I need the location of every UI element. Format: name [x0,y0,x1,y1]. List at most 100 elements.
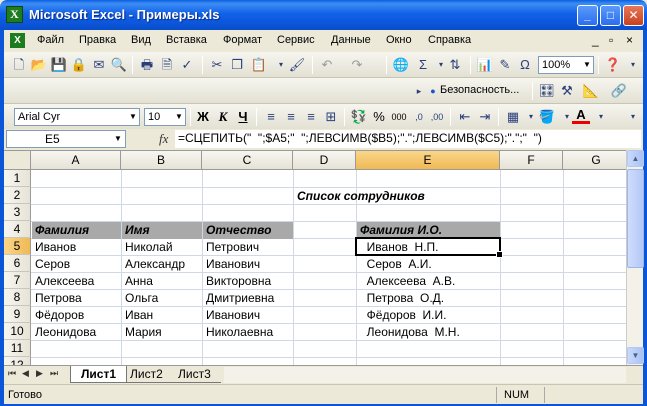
chevron-down-icon[interactable]: ▼ [581,57,593,73]
worksheet-grid[interactable]: A B C D E F G 1 2 3 4 5 6 7 8 9 10 11 12… [4,150,643,365]
scroll-down-icon[interactable]: ▼ [627,347,644,364]
thousands-button[interactable]: 000 [390,108,408,126]
autosum-icon[interactable]: Σ [414,56,432,74]
cell-c6[interactable]: Иванович [203,256,260,273]
font-color-icon[interactable]: A [572,108,590,124]
next-sheet-icon[interactable]: ▶ [36,368,43,379]
cell-b4-header[interactable]: Имя [122,222,202,239]
row-header-7[interactable]: 7 [4,272,31,289]
cell-a10[interactable]: Леонидова [32,324,96,341]
cell-c10[interactable]: Николаевна [203,324,273,341]
align-left-icon[interactable]: ≡ [262,108,280,126]
menu-edit[interactable]: Правка [79,34,116,46]
cell-b10[interactable]: Мария [122,324,162,341]
design-mode-icon[interactable]: ⚒ [558,82,576,100]
doc-close-button[interactable]: × [626,33,633,47]
cell-a7[interactable]: Алексеева [32,273,94,290]
title-bar[interactable]: X Microsoft Excel - Примеры.xls _ □ ✕ [0,0,647,30]
format-painter-icon[interactable]: 🖌 [288,56,306,74]
maximize-button[interactable]: □ [600,5,621,26]
column-header-c[interactable]: C [202,151,293,170]
menu-file[interactable]: Файл [37,34,64,46]
column-header-d[interactable]: D [293,151,356,170]
cut-icon[interactable]: ✂ [208,56,226,74]
link-icon[interactable]: 🔗 [610,82,628,100]
spelling-icon[interactable]: ✓ [178,56,196,74]
prev-sheet-icon[interactable]: ◀ [22,368,29,379]
font-name-select[interactable]: Arial Cyr ▼ [14,108,140,126]
align-right-icon[interactable]: ≡ [302,108,320,126]
workbook-icon[interactable]: X [10,33,25,48]
chevron-down-icon[interactable]: ▼ [127,109,139,125]
row-header-3[interactable]: 3 [4,204,31,221]
sheet-tab-3[interactable]: Лист3 [168,366,221,383]
help-icon[interactable]: ❓ [604,56,622,74]
insert-function-icon[interactable]: fx [159,131,168,147]
security-button[interactable]: Безопасность... [440,84,519,96]
print-icon[interactable]: 🖶 [138,56,156,74]
undo-icon[interactable]: ↶ [318,56,336,74]
horizontal-scrollbar[interactable] [224,367,626,383]
merge-center-icon[interactable]: ⊞ [322,108,340,126]
menu-insert[interactable]: Вставка [166,34,207,46]
fill-color-icon[interactable]: 🪣 [538,108,556,126]
cell-e10[interactable]: Леонидова М.Н. [357,324,460,341]
cell-a9[interactable]: Фёдоров [32,307,84,324]
visual-basic-icon[interactable]: 📐 [582,82,600,100]
cell-c9[interactable]: Иванович [203,307,260,324]
sheet-tab-1[interactable]: Лист1 [70,366,128,383]
save-icon[interactable]: 💾 [50,56,68,74]
cell-b6[interactable]: Александр [122,256,185,273]
doc-minimize-button[interactable]: _ [592,33,599,47]
cell-c4-header[interactable]: Отчество [203,222,293,239]
menu-view[interactable]: Вид [131,34,151,46]
copy-icon[interactable]: ❐ [228,56,246,74]
minimize-button[interactable]: _ [577,5,598,26]
cell-e6[interactable]: Серов А.И. [357,256,432,273]
row-header-2[interactable]: 2 [4,187,31,204]
new-document-icon[interactable]: 🗋 [10,56,28,74]
currency-icon[interactable]: 💱 [350,108,368,126]
menu-format[interactable]: Формат [223,34,262,46]
font-size-select[interactable]: 10 ▼ [144,108,186,126]
column-header-a[interactable]: A [31,151,121,170]
doc-restore-button[interactable]: ▫ [609,33,613,47]
menu-data[interactable]: Данные [331,34,371,46]
borders-icon[interactable]: ▦ [504,108,522,126]
cell-e7[interactable]: Алексеева А.В. [357,273,456,290]
cell-c5[interactable]: Петрович [203,239,259,256]
cell-a4-header[interactable]: Фамилия [32,222,121,239]
row-header-8[interactable]: 8 [4,289,31,306]
symbol-icon[interactable]: Ω [516,56,534,74]
open-folder-icon[interactable]: 📂 [30,56,48,74]
row-header-12[interactable]: 12 [4,357,31,365]
menu-help[interactable]: Справка [428,34,471,46]
column-header-f[interactable]: F [500,151,563,170]
font-color-dropdown-icon[interactable]: ▾ [592,108,610,126]
row-header-5[interactable]: 5 [4,238,31,255]
formula-input[interactable]: =СЦЕПИТЬ(" ";$A5;" ";ЛЕВСИМВ($B5);".";ЛЕ… [175,130,641,148]
toolbar-options-icon[interactable]: ▾ [624,108,642,126]
hyperlink-icon[interactable]: 🌐 [392,56,410,74]
chevron-down-icon[interactable]: ▼ [111,131,125,147]
row-header-10[interactable]: 10 [4,323,31,340]
menu-window[interactable]: Окно [386,34,412,46]
print-preview-icon[interactable]: 🗎 [158,56,176,74]
permission-icon[interactable]: 🔒 [70,56,88,74]
row-header-4[interactable]: 4 [4,221,31,238]
column-header-b[interactable]: B [121,151,202,170]
paste-icon[interactable]: 📋 [250,56,268,74]
select-all-button[interactable] [4,151,31,170]
cell-a6[interactable]: Серов [32,256,70,273]
column-header-e[interactable]: E [356,151,500,170]
increase-indent-icon[interactable]: ⇥ [476,108,494,126]
redo-icon[interactable]: ↷ [348,56,366,74]
name-box[interactable]: E5 ▼ [6,130,126,148]
increase-decimal-icon[interactable]: ,0 [410,108,428,126]
chevron-down-icon[interactable]: ▼ [173,109,185,125]
cell-c7[interactable]: Викторовна [203,273,271,290]
cell-a8[interactable]: Петрова [32,290,82,307]
vertical-scrollbar[interactable]: ▲ ▼ [626,150,644,365]
sort-ascending-icon[interactable]: ⇅ [446,56,464,74]
column-header-g[interactable]: G [563,151,630,170]
